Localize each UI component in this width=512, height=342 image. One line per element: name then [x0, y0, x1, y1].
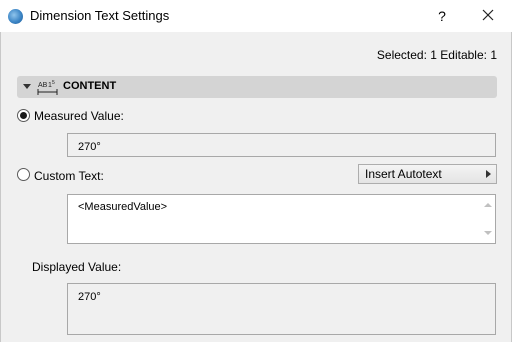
measured-value-field: 270° [67, 133, 496, 157]
custom-text-label: Custom Text: [34, 169, 104, 183]
svg-text:AB: AB [38, 82, 48, 89]
close-button[interactable] [478, 6, 498, 26]
insert-autotext-button[interactable]: Insert Autotext [358, 164, 497, 184]
custom-text-value: <MeasuredValue> [78, 201, 168, 213]
collapse-arrow-icon[interactable] [23, 84, 31, 89]
selection-info: Selected: 1 Editable: 1 [376, 48, 497, 62]
title-bar: Dimension Text Settings ? [0, 0, 512, 32]
displayed-value-field: 270° [67, 283, 496, 335]
scroll-up-icon[interactable] [484, 203, 492, 207]
panel-title: CONTENT [63, 80, 117, 92]
window-title: Dimension Text Settings [30, 8, 170, 23]
submenu-arrow-icon [486, 170, 491, 178]
svg-text:5: 5 [52, 80, 55, 86]
dialog-body: Selected: 1 Editable: 1 AB 1 5 CONTENT M… [0, 32, 512, 342]
custom-text-radio[interactable] [17, 168, 30, 181]
help-button[interactable]: ? [432, 6, 452, 26]
measured-value-text: 270° [78, 141, 101, 153]
displayed-value-label: Displayed Value: [32, 260, 122, 274]
measured-value-radio[interactable] [17, 109, 30, 122]
scrollbar[interactable] [481, 195, 495, 243]
displayed-value-text: 270° [78, 291, 101, 303]
dimension-text-icon: AB 1 5 [37, 80, 58, 95]
insert-autotext-label: Insert Autotext [365, 167, 442, 181]
measured-value-label: Measured Value: [34, 109, 124, 123]
custom-text-input[interactable]: <MeasuredValue> [67, 194, 496, 244]
content-panel-header[interactable]: AB 1 5 CONTENT [17, 76, 497, 98]
close-icon [482, 9, 494, 21]
scroll-down-icon[interactable] [484, 231, 492, 235]
app-logo-icon [8, 9, 23, 24]
